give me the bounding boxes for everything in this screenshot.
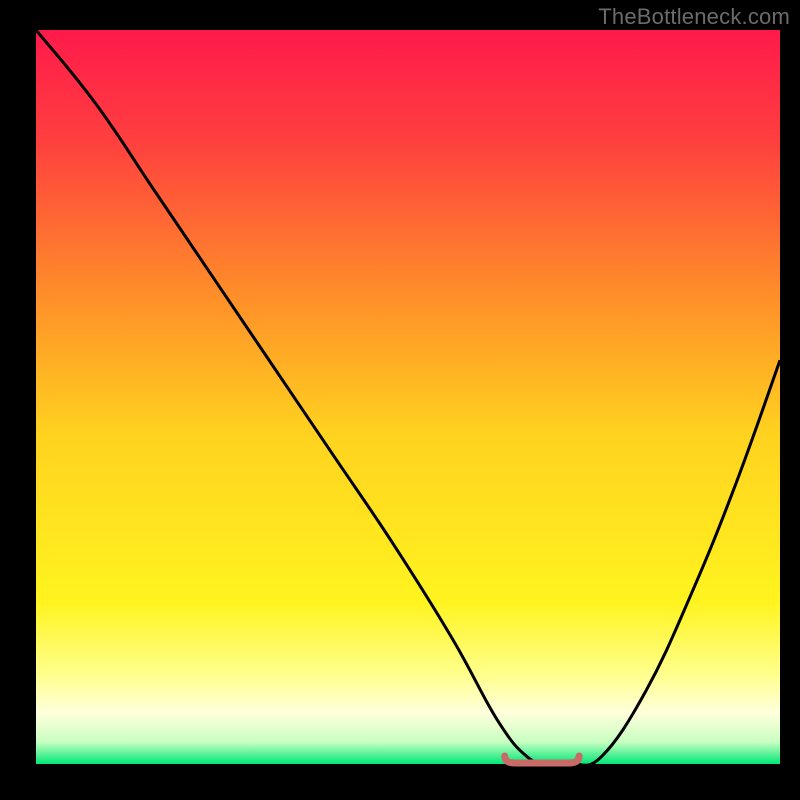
chart-frame: TheBottleneck.com bbox=[0, 0, 800, 800]
plot-area bbox=[36, 30, 780, 764]
bottleneck-chart bbox=[0, 0, 800, 800]
watermark-text: TheBottleneck.com bbox=[598, 4, 790, 30]
